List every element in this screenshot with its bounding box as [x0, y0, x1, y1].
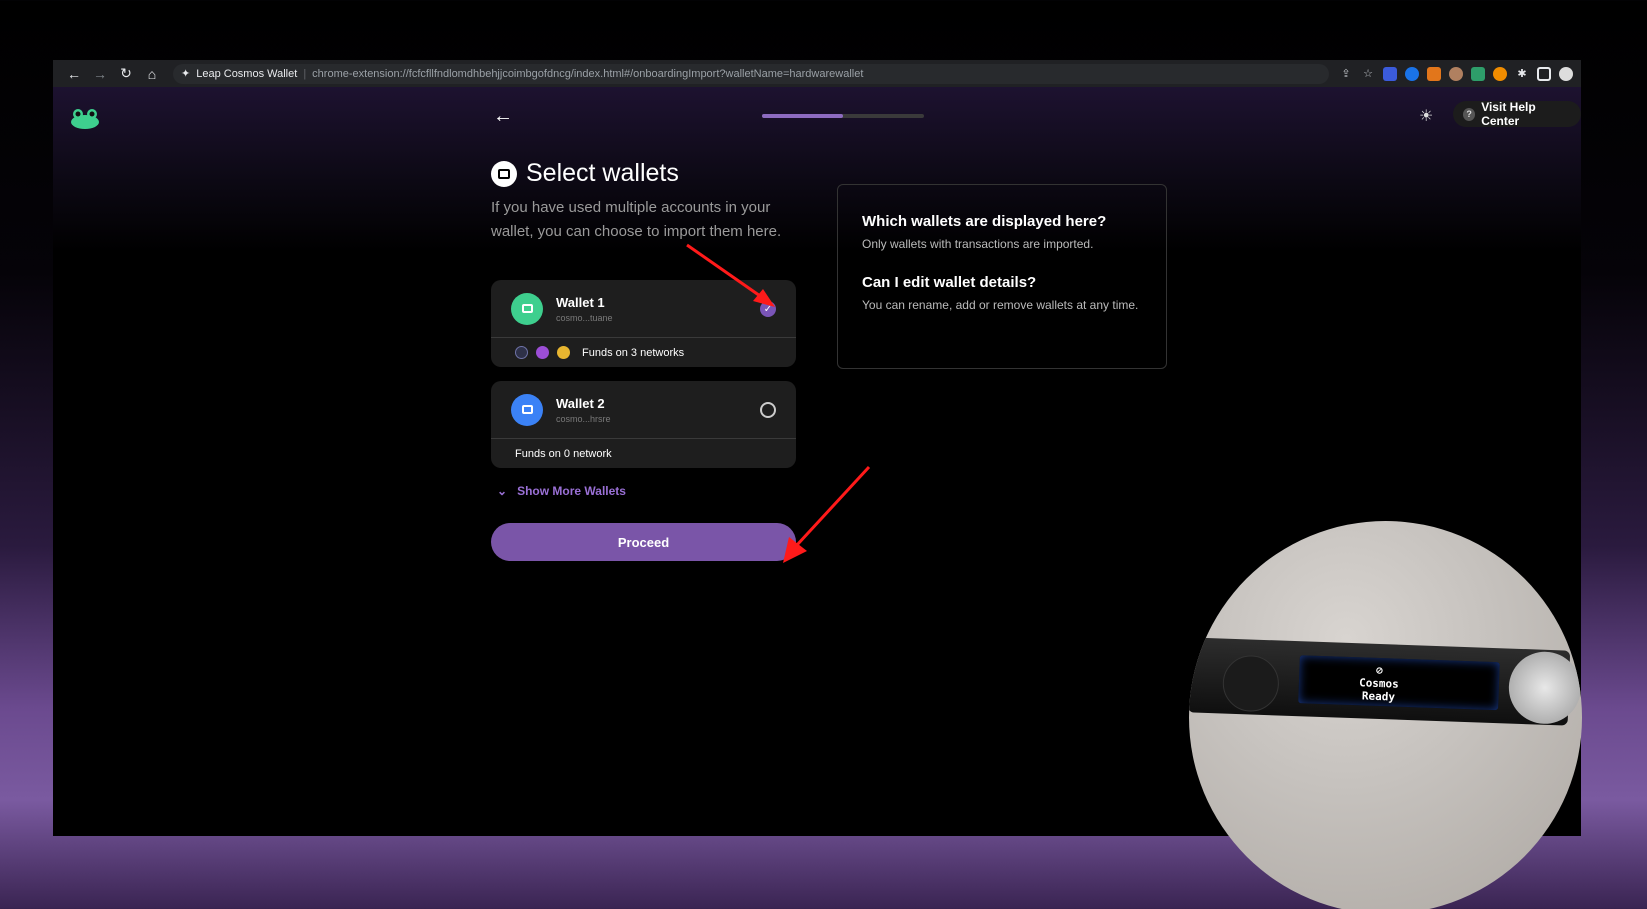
progress-fill — [762, 114, 843, 118]
osmosis-network-icon — [536, 346, 549, 359]
bookmark-star-icon[interactable]: ☆ — [1361, 67, 1375, 81]
select-wallets-panel: Select wallets If you have used multiple… — [491, 159, 796, 561]
reload-icon[interactable]: ↻ — [113, 65, 139, 82]
profile-avatar-icon[interactable] — [1559, 66, 1573, 81]
cosmos-network-icon — [515, 346, 528, 359]
site-name: Leap Cosmos Wallet — [196, 67, 298, 80]
wallet-name: Wallet 2 — [556, 395, 605, 411]
leap-logo-icon — [71, 109, 99, 129]
extension-keplr-icon[interactable] — [1383, 66, 1397, 81]
wallet-name: Wallet 1 — [556, 294, 605, 310]
help-center-label: Visit Help Center — [1481, 100, 1536, 128]
wallet-funds-label: Funds on 3 networks — [582, 346, 685, 359]
faq-item: Which wallets are displayed here? Only w… — [862, 213, 1142, 254]
wallet-card-header: Wallet 2 cosmo...hrsre — [491, 381, 796, 439]
wallet-checkbox-checked-icon[interactable]: ✓ — [760, 301, 776, 317]
show-more-wallets-link[interactable]: ⌄ Show More Wallets — [497, 484, 796, 498]
url-separator: | — [303, 67, 307, 80]
device-right-button — [1507, 650, 1582, 726]
back-icon[interactable]: ← — [61, 66, 87, 82]
wallet-icon — [491, 160, 517, 187]
extension-icon: ✦ — [181, 68, 191, 80]
extension-metamask-icon[interactable] — [1427, 66, 1441, 81]
help-center-button[interactable]: ? Visit Help Center — [1453, 100, 1581, 128]
show-more-label: Show More Wallets — [517, 484, 626, 498]
address-bar[interactable]: ✦ Leap Cosmos Wallet | chrome-extension:… — [173, 63, 1329, 84]
chevron-down-icon: ⌄ — [497, 484, 508, 498]
faq-answer: Only wallets with transactions are impor… — [862, 237, 1094, 251]
question-icon: ? — [1463, 107, 1476, 121]
back-arrow-icon[interactable]: ← — [493, 105, 513, 128]
title-row: Select wallets — [491, 159, 796, 188]
onboarding-progress — [762, 114, 924, 118]
wallet-avatar-icon — [511, 393, 543, 426]
wallet-funds-row: Funds on 0 network — [491, 439, 796, 468]
ledger-device: ⊘ Cosmos Ready — [1189, 637, 1582, 726]
extension-blue-icon[interactable] — [1405, 66, 1419, 81]
wallet-address: cosmo...hrsre — [556, 413, 611, 424]
device-screen-text: ⊘ Cosmos Ready — [1348, 663, 1409, 704]
wallet-info: Wallet 1 cosmo...tuane — [556, 295, 613, 323]
forward-icon[interactable]: → — [87, 66, 113, 82]
extension-icons: ⇪ ☆ ✱ — [1339, 66, 1573, 81]
faq-item: Can I edit wallet details? You can renam… — [862, 274, 1142, 315]
faq-panel: Which wallets are displayed here? Only w… — [837, 184, 1167, 369]
extension-green-icon[interactable] — [1471, 66, 1485, 81]
wallet-card-1[interactable]: Wallet 1 cosmo...tuane ✓ Funds on 3 netw… — [491, 280, 796, 367]
extension-face-icon[interactable] — [1449, 66, 1463, 81]
wallet-checkbox-unchecked-icon[interactable] — [760, 402, 776, 418]
juno-network-icon — [557, 346, 570, 359]
faq-answer: You can rename, add or remove wallets at… — [862, 298, 1139, 312]
puzzle-icon[interactable]: ✱ — [1515, 67, 1529, 81]
browser-toolbar: ← → ↻ ⌂ ✦ Leap Cosmos Wallet | chrome-ex… — [53, 60, 1581, 87]
wallet-funds-label: Funds on 0 network — [515, 447, 612, 460]
webcam-overlay: ⊘ Cosmos Ready — [1189, 521, 1582, 909]
page-subtitle: If you have used multiple accounts in yo… — [491, 199, 782, 240]
extension-orange-icon[interactable] — [1493, 66, 1507, 81]
device-left-button — [1221, 654, 1280, 713]
home-icon[interactable]: ⌂ — [139, 66, 165, 82]
device-screen-line2: Ready — [1361, 689, 1396, 704]
page-title: Select wallets — [526, 159, 679, 187]
faq-question: Which wallets are displayed here? — [862, 213, 1107, 230]
wallet-funds-row: Funds on 3 networks — [491, 338, 796, 367]
wallet-address: cosmo...tuane — [556, 312, 613, 323]
wallet-avatar-icon — [511, 292, 543, 325]
wallet-card-header: Wallet 1 cosmo...tuane ✓ — [491, 280, 796, 338]
proceed-button[interactable]: Proceed — [491, 523, 796, 561]
wallet-card-2[interactable]: Wallet 2 cosmo...hrsre Funds on 0 networ… — [491, 381, 796, 468]
share-icon[interactable]: ⇪ — [1339, 67, 1353, 81]
faq-question: Can I edit wallet details? — [862, 274, 1037, 291]
wallet-info: Wallet 2 cosmo...hrsre — [556, 396, 611, 424]
url-text: chrome-extension://fcfcfllfndlomdhbehjjc… — [312, 67, 864, 80]
theme-toggle-icon[interactable]: ☀ — [1419, 106, 1433, 126]
sidepanel-icon[interactable] — [1537, 66, 1551, 81]
